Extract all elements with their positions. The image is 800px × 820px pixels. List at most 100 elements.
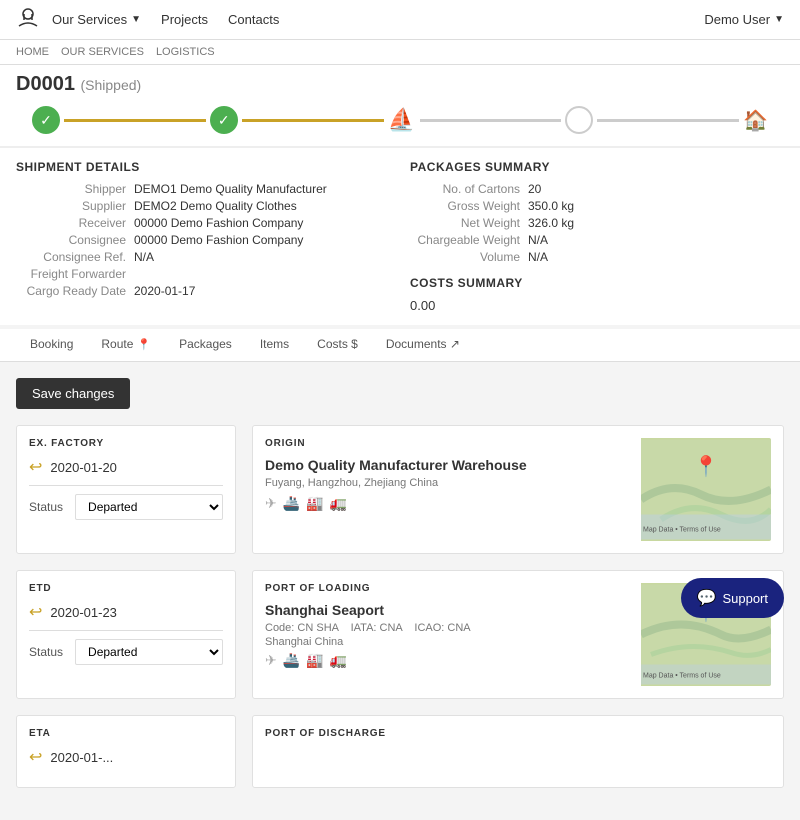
progress-line-2 [242,119,384,122]
etd-date: 2020-01-23 [50,605,117,620]
breadcrumb: HOME OUR SERVICES LOGISTICS [0,40,800,65]
port-discharge-card: PORT OF DISCHARGE [252,715,784,788]
tab-costs[interactable]: Costs $ [303,329,372,361]
route-icon: 📍 [137,338,151,351]
breadcrumb-logistics[interactable]: LOGISTICS [156,46,215,58]
truck-icon-port: 🚛 [330,652,347,669]
warehouse-icon-port: 🏭 [306,652,323,669]
support-label: Support [722,591,768,606]
detail-consignee: Consignee 00000 Demo Fashion Company [16,233,390,247]
costs-value: 0.00 [410,298,784,313]
pkg-gross-weight: Gross Weight 350.0 kg [410,199,784,213]
transport-icons: ✈ 🚢 🏭 🚛 [265,495,641,512]
breadcrumb-our-services[interactable]: OUR SERVICES [61,46,144,58]
packages-summary: PACKAGES SUMMARY No. of Cartons 20 Gross… [390,160,784,313]
user-menu[interactable]: Demo User ▼ [704,12,784,27]
shipment-details: SHIPMENT DETAILS Shipper DEMO1 Demo Qual… [16,160,390,313]
costs-summary: COSTS SUMMARY 0.00 [410,276,784,313]
app-logo [16,6,40,33]
nav-our-services[interactable]: Our Services ▼ [52,12,141,27]
detail-supplier: Supplier DEMO2 Demo Quality Clothes [16,199,390,213]
pkg-volume: Volume N/A [410,250,784,264]
calendar-icon: ↩ [29,457,42,477]
tab-items[interactable]: Items [246,329,303,361]
ex-factory-status-select[interactable]: Departed Pending In Transit [75,494,223,520]
progress-step-2: ✓ [210,106,238,134]
etd-status-select[interactable]: Departed Pending In Transit [75,639,223,665]
plane-icon: ✈ [265,495,277,512]
ex-factory-date: 2020-01-20 [50,460,117,475]
progress-line-4 [597,119,739,122]
port-discharge-label: PORT OF DISCHARGE [265,728,771,739]
page-header: D0001 (Shipped) ✓ ✓ ⛵ 🏠 [0,65,800,147]
origin-name: Demo Quality Manufacturer Warehouse [265,457,641,473]
port-codes: Code: CN SHA IATA: CNA ICAO: CNA [265,622,641,634]
page-title: D0001 (Shipped) [16,73,784,96]
progress-line-1 [64,119,206,122]
eta-port-discharge-row: ETA ↩ 2020-01-... PORT OF DISCHARGE [16,715,784,788]
pkg-cartons: No. of Cartons 20 [410,182,784,196]
etd-status-row: Status Departed Pending In Transit [29,639,223,665]
origin-content: ORIGIN Demo Quality Manufacturer Warehou… [265,438,641,541]
tab-documents[interactable]: Documents ↗ [372,329,474,361]
ex-factory-date-row: ↩ 2020-01-20 [29,457,223,477]
status-badge: (Shipped) [81,77,142,93]
port-loading-label: PORT OF LOADING [265,583,641,594]
pkg-net-weight: Net Weight 326.0 kg [410,216,784,230]
top-navigation: Our Services ▼ Projects Contacts Demo Us… [0,0,800,40]
chevron-down-icon: ▼ [131,14,141,25]
divider-etd [29,630,223,631]
port-loading-name: Shanghai Seaport [265,602,641,618]
etd-status-label: Status [29,645,63,659]
plane-icon-port: ✈ [265,652,277,669]
tab-packages[interactable]: Packages [165,329,246,361]
pkg-chargeable-weight: Chargeable Weight N/A [410,233,784,247]
nav-contacts[interactable]: Contacts [228,12,279,27]
warehouse-icon: 🏭 [306,495,323,512]
eta-label: ETA [29,728,223,739]
detail-consignee-ref: Consignee Ref. N/A [16,250,390,264]
eta-date-row: ↩ 2020-01-... [29,747,223,767]
port-city: Shanghai China [265,636,641,648]
tab-bar: Booking Route 📍 Packages Items Costs $ D… [0,329,800,362]
progress-bar: ✓ ✓ ⛵ 🏠 [16,106,784,146]
ex-factory-status-label: Status [29,500,63,514]
etd-date-row: ↩ 2020-01-23 [29,602,223,622]
ex-factory-origin-row: EX. FACTORY ↩ 2020-01-20 Status Departed… [16,425,784,554]
origin-map: Map Data • Terms of Use 📍 [641,438,771,541]
eta-card: ETA ↩ 2020-01-... [16,715,236,788]
eta-date: 2020-01-... [50,750,113,765]
detail-cargo-ready-date: Cargo Ready Date 2020-01-17 [16,284,390,298]
tab-route[interactable]: Route 📍 [87,329,165,361]
nav-projects[interactable]: Projects [161,12,208,27]
packages-summary-title: PACKAGES SUMMARY [410,160,784,174]
calendar-icon-etd: ↩ [29,602,42,622]
truck-icon: 🚛 [330,495,347,512]
port-loading-content: PORT OF LOADING Shanghai Seaport Code: C… [265,583,641,686]
port-transport-icons: ✈ 🚢 🏭 🚛 [265,652,641,669]
support-button[interactable]: 💬 Support [681,578,784,618]
progress-step-1: ✓ [32,106,60,134]
progress-line-3 [420,119,562,122]
detail-shipper: Shipper DEMO1 Demo Quality Manufacturer [16,182,390,196]
calendar-icon-eta: ↩ [29,747,42,767]
ship-icon-port: 🚢 [283,652,300,669]
etd-label: ETD [29,583,223,594]
etd-card: ETD ↩ 2020-01-23 Status Departed Pending… [16,570,236,699]
tab-booking[interactable]: Booking [16,329,87,361]
svg-text:Map Data • Terms of Use: Map Data • Terms of Use [643,527,721,534]
progress-step-ship: ⛵ [388,106,416,134]
details-section: SHIPMENT DETAILS Shipper DEMO1 Demo Qual… [0,147,800,325]
progress-step-3 [565,106,593,134]
support-icon: 💬 [697,588,717,608]
save-button[interactable]: Save changes [16,378,130,409]
origin-card: ORIGIN Demo Quality Manufacturer Warehou… [252,425,784,554]
costs-summary-title: COSTS SUMMARY [410,276,784,290]
ship-icon: 🚢 [283,495,300,512]
shipment-details-title: SHIPMENT DETAILS [16,160,390,174]
breadcrumb-home[interactable]: HOME [16,46,49,58]
divider [29,485,223,486]
svg-text:Map Data • Terms of Use: Map Data • Terms of Use [643,673,721,680]
main-content: Save changes EX. FACTORY ↩ 2020-01-20 St… [0,362,800,820]
detail-receiver: Receiver 00000 Demo Fashion Company [16,216,390,230]
